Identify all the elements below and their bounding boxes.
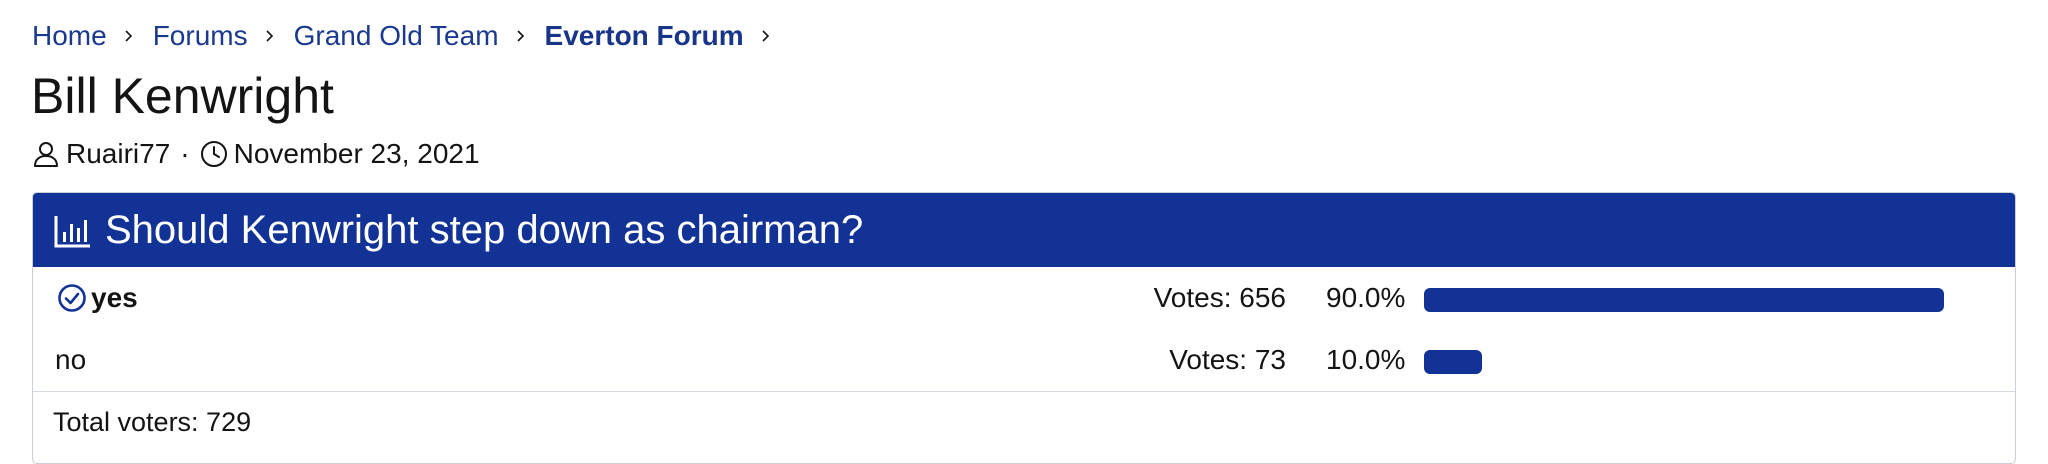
thread-author-link[interactable]: Ruairi77 <box>66 138 170 170</box>
poll-option-text: yes <box>91 282 138 313</box>
breadcrumb-forums[interactable]: Forums <box>153 20 248 52</box>
breadcrumb-everton-forum[interactable]: Everton Forum <box>545 20 744 52</box>
meta-separator: · <box>180 138 190 169</box>
chevron-right-icon <box>760 30 772 42</box>
thread-date-link[interactable]: November 23, 2021 <box>234 138 480 170</box>
poll-total-voters: Total voters: 729 <box>33 391 2015 452</box>
breadcrumb-grand-old-team[interactable]: Grand Old Team <box>294 20 499 52</box>
poll-option-votes: Votes: 656 <box>1153 282 1286 313</box>
poll-option-bar-track <box>1424 350 2002 374</box>
breadcrumb-home[interactable]: Home <box>32 20 107 52</box>
chevron-right-icon <box>515 30 527 42</box>
poll-option-percent: 10.0% <box>1326 344 1406 375</box>
poll-header: Should Kenwright step down as chairman? <box>33 193 2015 267</box>
thread-title: Bill Kenwright <box>31 68 334 124</box>
poll-option-percent: 90.0% <box>1326 282 1406 313</box>
poll-question: Should Kenwright step down as chairman? <box>105 207 864 252</box>
poll-option-text: no <box>55 344 87 375</box>
thread-meta: Ruairi77 · November 23, 2021 <box>32 134 480 174</box>
poll-option-bar <box>1424 288 1944 312</box>
poll-option-label: no <box>55 329 86 391</box>
poll-option-row: no Votes: 73 10.0% <box>33 329 2015 391</box>
poll-block: Should Kenwright step down as chairman? … <box>32 192 2016 464</box>
poll-option-row: yes Votes: 656 90.0% <box>33 267 2015 329</box>
check-circle-icon <box>57 283 87 313</box>
bar-chart-icon <box>53 210 93 250</box>
poll-option-bar-track <box>1424 288 2002 312</box>
clock-icon <box>200 140 228 168</box>
user-icon <box>32 140 60 168</box>
poll-option-bar <box>1424 350 1482 374</box>
breadcrumb: Home Forums Grand Old Team Everton Forum <box>32 16 790 56</box>
chevron-right-icon <box>123 30 135 42</box>
poll-option-label: yes <box>57 267 138 329</box>
poll-option-votes: Votes: 73 <box>1169 344 1286 375</box>
chevron-right-icon <box>264 30 276 42</box>
